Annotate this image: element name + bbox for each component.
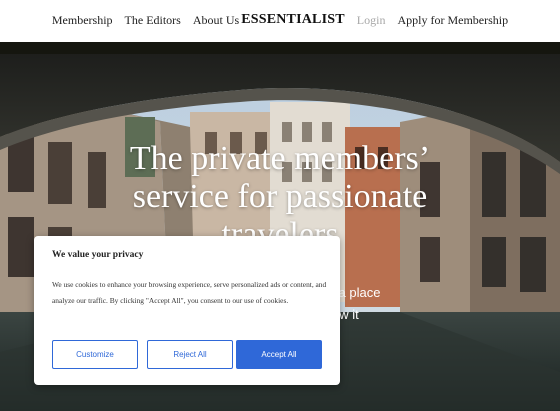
nav-link-membership[interactable]: Membership — [52, 13, 113, 28]
nav-link-about-us[interactable]: About Us — [193, 13, 239, 28]
accept-all-button[interactable]: Accept All — [236, 340, 322, 369]
customize-button[interactable]: Customize — [52, 340, 138, 369]
top-navigation: Membership The Editors About Us ESSENTIA… — [0, 0, 560, 42]
hero-heading-line-1: The private members’ — [129, 140, 431, 177]
nav-link-apply-for-membership[interactable]: Apply for Membership — [397, 13, 508, 28]
nav-links: Membership The Editors About Us ESSENTIA… — [52, 12, 508, 28]
nav-link-login[interactable]: Login — [357, 13, 386, 28]
hero-heading-line-2: service for passionate — [132, 178, 428, 215]
cookie-consent-banner: We value your privacy We use cookies to … — [34, 236, 340, 385]
cookie-banner-message: We use cookies to enhance your browsing … — [52, 280, 327, 305]
reject-all-button[interactable]: Reject All — [147, 340, 233, 369]
nav-link-the-editors[interactable]: The Editors — [125, 13, 181, 28]
brand-logo[interactable]: ESSENTIALIST — [241, 12, 345, 28]
cookie-banner-title: We value your privacy — [52, 250, 144, 260]
